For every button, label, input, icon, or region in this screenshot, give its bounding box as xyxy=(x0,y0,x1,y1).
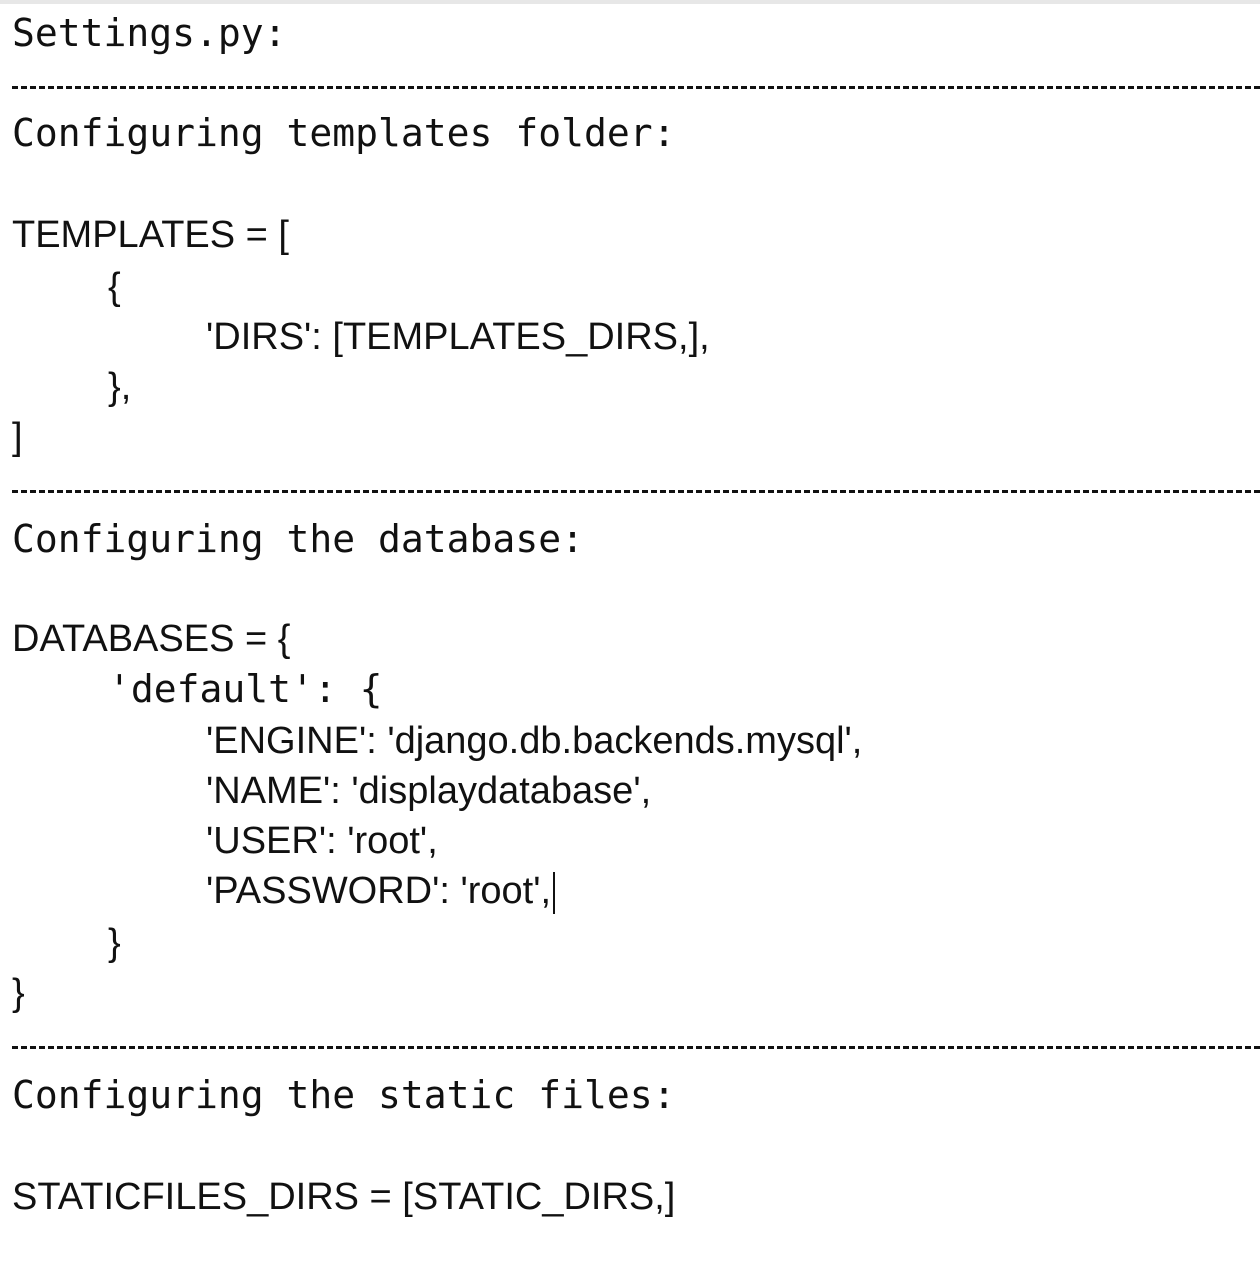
code-line-name: 'NAME': 'displaydatabase', xyxy=(206,770,652,812)
code-line-templates-open: TEMPLATES = [ xyxy=(12,214,289,256)
code-line-templates-brace-open: { xyxy=(108,266,121,308)
code-line-templates-brace-close: }, xyxy=(108,366,132,408)
code-line-staticfiles: STATICFILES_DIRS = [STATIC_DIRS,] xyxy=(12,1176,676,1218)
code-line-user: 'USER': 'root', xyxy=(206,820,438,862)
section-divider xyxy=(12,86,1260,89)
code-line-default-open: 'default': { xyxy=(108,667,383,711)
code-line-databases-open: DATABASES = { xyxy=(12,618,291,660)
code-line-templates-close: ] xyxy=(12,416,23,458)
code-line-dirs: 'DIRS': [TEMPLATES_DIRS,], xyxy=(206,316,710,358)
section-heading-static: Configuring the static files: xyxy=(12,1073,676,1117)
section-divider xyxy=(12,1046,1260,1049)
top-border xyxy=(0,0,1260,4)
file-title: Settings.py: xyxy=(12,11,287,55)
code-line-default-close: } xyxy=(108,922,121,964)
code-line-password: 'PASSWORD': 'root', xyxy=(206,866,556,916)
code-line-engine: 'ENGINE': 'django.db.backends.mysql', xyxy=(206,720,863,762)
text-cursor xyxy=(553,871,556,914)
section-heading-database: Configuring the database: xyxy=(12,517,584,561)
code-line-databases-close: } xyxy=(12,972,25,1014)
section-divider xyxy=(12,490,1260,493)
code-line-password-text: 'PASSWORD': 'root', xyxy=(206,870,552,912)
section-heading-templates: Configuring templates folder: xyxy=(12,111,676,155)
